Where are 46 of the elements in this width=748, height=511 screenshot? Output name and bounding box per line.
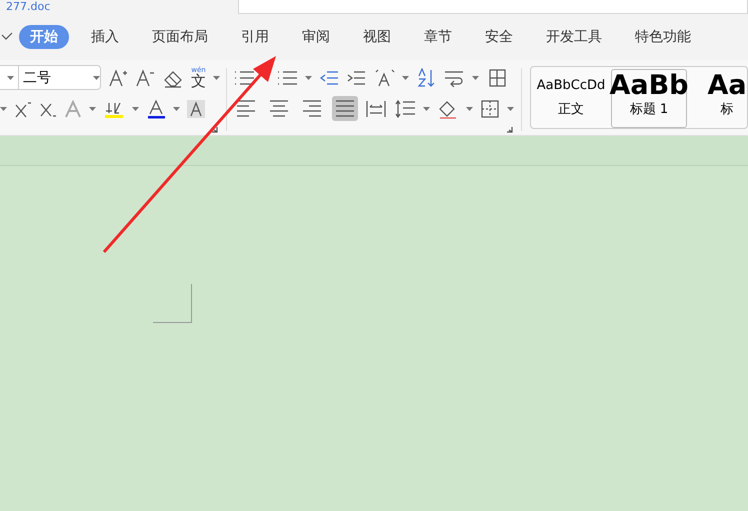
menu-tab[interactable]: 特色功能 [624,25,702,49]
caret-icon[interactable] [213,76,220,80]
text-direction-icon[interactable] [373,68,395,88]
style-option[interactable]: AaBbCcDd 正文 [533,69,609,128]
caret-icon[interactable] [7,76,14,80]
caret-icon[interactable] [472,76,479,80]
caret-icon[interactable] [305,76,312,80]
caret-icon[interactable] [173,106,180,110]
character-shading-icon[interactable] [187,100,205,118]
increase-indent-icon[interactable] [346,68,366,86]
shading-icon[interactable] [437,98,459,118]
menu-tab[interactable]: 视图 [352,25,402,49]
caret-icon[interactable] [423,106,430,110]
sort-icon[interactable] [416,68,436,88]
line-spacing-icon[interactable] [394,98,416,118]
font-color-icon[interactable] [146,98,166,118]
font-grow-icon[interactable] [108,68,128,88]
caret-icon[interactable] [93,76,100,80]
style-option[interactable]: AaBb 标题 1 [611,69,687,128]
menu-tab[interactable]: 审阅 [291,25,341,49]
document-tab-title[interactable]: 277.doc [6,0,50,13]
chevron-icon[interactable] [0,32,14,42]
menu-tab[interactable]: 安全 [474,25,524,49]
menu-tab[interactable]: 章节 [413,25,463,49]
menu-tab[interactable]: 页面布局 [141,25,219,49]
menu-tab[interactable]: 引用 [230,25,280,49]
caret-icon[interactable] [466,106,473,110]
bullet-list-icon[interactable] [233,68,255,86]
caret-icon[interactable] [402,76,409,80]
numbered-list-icon[interactable] [276,68,298,86]
caret-icon[interactable] [89,106,96,110]
superscript-icon[interactable] [14,100,32,118]
caret-icon[interactable] [507,106,514,110]
dialog-launcher-icon[interactable] [506,126,513,133]
distributed-icon[interactable] [365,98,387,118]
line-wrap-icon[interactable] [443,68,465,86]
caret-icon[interactable] [0,106,7,110]
decrease-indent-icon[interactable] [319,68,339,86]
dialog-launcher-icon[interactable] [211,126,218,133]
menu-tab[interactable]: 插入 [80,25,130,49]
menu-tab[interactable]: 开发工具 [535,25,613,49]
font-shrink-icon[interactable] [135,68,155,88]
style-option[interactable]: Aa 标 [689,69,747,128]
caret-icon[interactable] [132,106,139,110]
borders-icon[interactable] [480,98,500,118]
margin-corner-icon [153,284,192,323]
